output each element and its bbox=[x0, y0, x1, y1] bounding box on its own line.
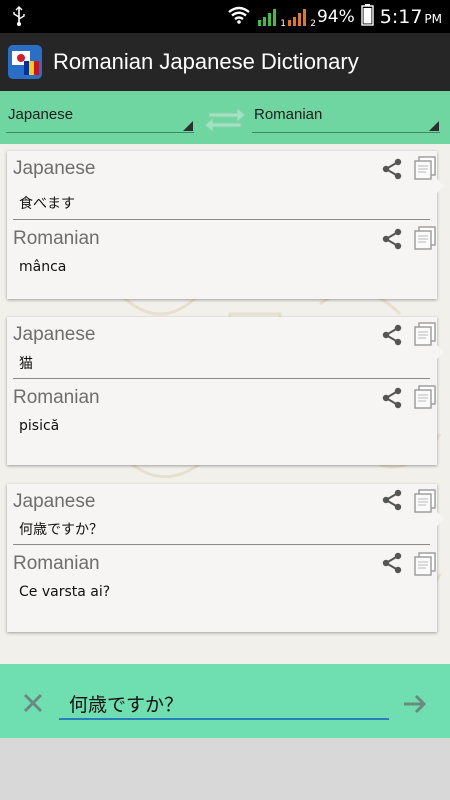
arrow-right-icon[interactable] bbox=[402, 693, 428, 715]
app-logo-icon[interactable] bbox=[8, 45, 42, 79]
copy-icon[interactable] bbox=[413, 321, 437, 347]
source-language-label: Japanese bbox=[8, 106, 74, 123]
bottom-area bbox=[0, 738, 450, 800]
signal-sim1-label: 1 bbox=[280, 18, 286, 29]
copy-icon[interactable] bbox=[413, 384, 437, 410]
target-language-dropdown[interactable]: Romanian bbox=[252, 103, 440, 133]
source-text: 何歳ですか？ bbox=[19, 522, 103, 538]
source-language-heading: Japanese bbox=[13, 324, 96, 345]
share-icon[interactable] bbox=[380, 488, 404, 512]
source-text: 猫 bbox=[19, 356, 33, 372]
language-selector-bar: Japanese Romanian bbox=[0, 91, 450, 144]
clock-ampm: PM bbox=[424, 11, 442, 26]
target-language-heading: Romanian bbox=[13, 228, 100, 249]
card-notch bbox=[437, 512, 444, 526]
copy-icon[interactable] bbox=[413, 225, 437, 251]
translation-card[interactable]: Japanese 猫 Romanian pisică bbox=[7, 317, 444, 465]
share-icon[interactable] bbox=[380, 227, 404, 251]
translation-card[interactable]: Japanese 食べます Romanian mânca bbox=[7, 151, 444, 299]
card-divider bbox=[13, 544, 430, 545]
battery-icon bbox=[361, 3, 374, 30]
target-text: mânca bbox=[19, 259, 67, 275]
battery-percent: 94% bbox=[316, 6, 355, 27]
clock-time: 5:17 bbox=[379, 5, 423, 28]
results-list[interactable]: Japanese 食べます Romanian mânca Japanese 猫 … bbox=[0, 144, 450, 664]
card-divider bbox=[13, 378, 430, 379]
translation-card[interactable]: Japanese 何歳ですか？ Romanian Ce varsta ai? bbox=[7, 484, 444, 632]
app-title: Romanian Japanese Dictionary bbox=[53, 49, 359, 74]
target-text: pisică bbox=[19, 418, 60, 434]
status-bar: 1 2 94% 5:17 PM bbox=[0, 0, 450, 33]
share-icon[interactable] bbox=[380, 386, 404, 410]
source-language-heading: Japanese bbox=[13, 158, 96, 179]
search-input[interactable]: 何歳ですか？ bbox=[59, 686, 389, 720]
copy-icon[interactable] bbox=[413, 551, 437, 577]
target-text: Ce varsta ai? bbox=[19, 584, 111, 600]
share-icon[interactable] bbox=[380, 323, 404, 347]
clock: 5:17 PM bbox=[380, 6, 442, 28]
dropdown-arrow-icon bbox=[429, 121, 439, 131]
copy-icon[interactable] bbox=[413, 488, 437, 514]
signal-icon: 1 bbox=[257, 7, 286, 29]
target-language-heading: Romanian bbox=[13, 387, 100, 408]
swap-languages-icon[interactable] bbox=[203, 103, 247, 137]
share-icon[interactable] bbox=[380, 157, 404, 181]
share-icon[interactable] bbox=[380, 551, 404, 575]
wifi-icon bbox=[227, 6, 251, 28]
source-language-heading: Japanese bbox=[13, 491, 96, 512]
source-text: 食べます bbox=[19, 196, 75, 212]
search-bar: 何歳ですか？ bbox=[0, 664, 450, 738]
card-divider bbox=[13, 219, 430, 220]
usb-icon bbox=[12, 6, 26, 30]
card-notch bbox=[437, 179, 444, 193]
copy-icon[interactable] bbox=[413, 155, 437, 181]
signal-icon: 2 bbox=[287, 7, 316, 29]
close-icon[interactable] bbox=[22, 692, 44, 714]
target-language-heading: Romanian bbox=[13, 553, 100, 574]
app-bar: Romanian Japanese Dictionary bbox=[0, 33, 450, 91]
signal-sim2-label: 2 bbox=[310, 18, 316, 29]
source-language-dropdown[interactable]: Japanese bbox=[6, 103, 194, 133]
card-notch bbox=[437, 345, 444, 359]
dropdown-arrow-icon bbox=[183, 121, 193, 131]
target-language-label: Romanian bbox=[254, 106, 323, 123]
